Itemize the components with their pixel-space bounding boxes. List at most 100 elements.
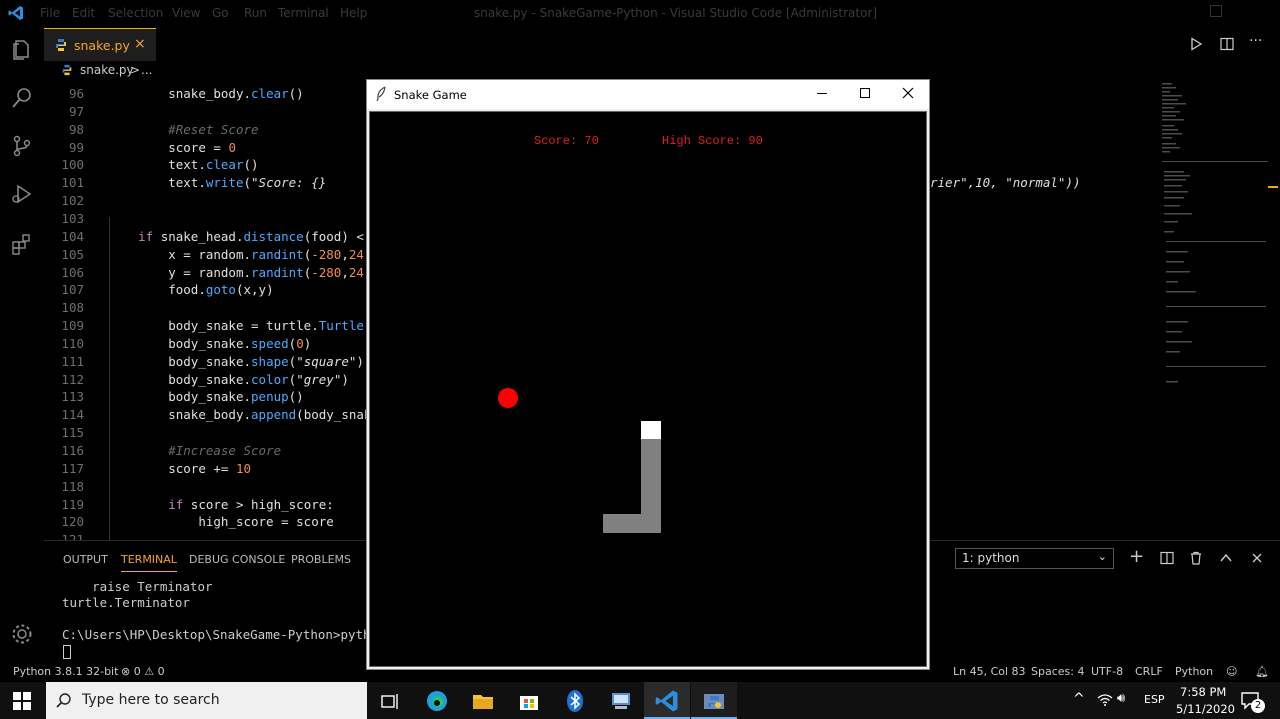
snake-window-titlebar[interactable]: Snake Game [367,80,929,109]
chevron-up-icon[interactable] [1219,551,1233,565]
tab-label: snake.py [74,38,130,53]
line-ending[interactable]: CRLF [1135,665,1163,678]
line-number: 100 [61,157,84,173]
vscode-taskbar-button[interactable] [644,682,690,719]
chevron-up-icon[interactable]: ^ [1073,691,1085,707]
minimap[interactable] [1160,81,1270,401]
split-editor-icon[interactable] [1220,37,1234,51]
tab-snake-py[interactable]: snake.py × [44,28,156,61]
code-text: y = random.randint(-280,24 [168,264,364,280]
code-text: body_snake.penup() [168,389,304,405]
python-interpreter[interactable]: Python 3.8.1 32-bit [13,665,118,678]
breadcrumb: snake.py > ... [44,61,1280,81]
menu-edit[interactable]: Edit [72,6,95,20]
clock-time[interactable]: 7:58 PM [1180,685,1226,699]
line-number: 98 [68,121,84,137]
indentation[interactable]: Spaces: 4 [1031,665,1084,678]
problems-count[interactable]: ⊗ 0 ⚠ 0 [121,665,165,678]
taskbar-search-box[interactable]: Type here to search [46,682,367,719]
tab-close-icon[interactable]: × [134,36,146,52]
menu-file[interactable]: File [40,6,60,20]
code-text: snake_body.append(body_snak [168,407,372,423]
edge-browser-icon[interactable] [425,689,449,713]
run-file-icon[interactable] [1189,37,1203,51]
more-actions-icon[interactable]: ··· [1249,33,1262,49]
close-panel-icon[interactable] [1250,551,1264,565]
game-canvas[interactable]: Score: 70 High Score: 90 [369,111,927,667]
split-terminal-icon[interactable] [1160,551,1174,565]
wifi-icon[interactable] [1097,693,1113,707]
breadcrumb-file[interactable]: snake.py [80,63,134,77]
line-number: 113 [61,389,84,405]
source-control-icon[interactable] [10,134,34,158]
feedback-icon[interactable]: ☺ [1226,665,1237,678]
close-icon[interactable] [902,87,914,99]
encoding[interactable]: UTF-8 [1091,665,1123,678]
network-app-icon[interactable] [609,689,633,713]
scrollbar-marker [1268,186,1278,188]
store-icon[interactable] [517,689,541,713]
line-number: 107 [61,282,84,298]
python-taskbar-button[interactable] [691,682,737,719]
cursor-position[interactable]: Ln 45, Col 83 [953,665,1026,678]
explorer-icon[interactable] [10,38,34,62]
clock-date[interactable]: 5/11/2020 [1176,702,1235,716]
trash-icon[interactable] [1189,551,1203,565]
line-number: 96 [68,86,84,101]
extensions-icon[interactable] [10,232,34,256]
menu-selection[interactable]: Selection [108,6,163,20]
file-explorer-icon[interactable] [471,689,495,713]
menu-help[interactable]: Help [340,6,367,20]
windows-start-icon[interactable] [13,692,31,710]
windows-taskbar: Type here to search ^ 🔊︎ ESP 7:58 PM 5/1… [0,682,1280,719]
code-text: #Increase Score [168,443,282,458]
notification-count-badge: 2 [1251,699,1265,713]
settings-gear-icon[interactable] [10,622,34,646]
tab-terminal[interactable]: TERMINAL [121,553,177,572]
tab-debug-console[interactable]: DEBUG CONSOLE [189,553,285,566]
tab-output[interactable]: OUTPUT [63,553,108,566]
terminal-select-value: 1: python [962,551,1020,565]
language-mode[interactable]: Python [1175,665,1213,678]
input-language[interactable]: ESP [1144,693,1165,706]
volume-icon[interactable]: 🔊︎ [1117,691,1125,706]
code-text: text.clear() [168,157,259,173]
code-text: score = 0 [168,139,236,155]
new-terminal-icon[interactable]: + [1129,546,1144,567]
python-file-icon [62,64,72,76]
line-number: 121 [61,532,84,540]
food-dot [498,388,518,408]
restore-icon[interactable] [1210,5,1222,17]
line-number: 120 [61,514,84,530]
title-bar: File Edit Selection View Go Run Terminal… [0,0,1280,28]
line-number: 101 [61,175,84,191]
breadcrumb-rest[interactable]: ... [141,63,152,77]
editor-tabs: snake.py × ··· [44,28,1280,61]
maximize-icon[interactable] [860,88,870,98]
snake-window-title: Snake Game [394,88,467,102]
code-text: high_score = score [198,514,334,530]
task-view-icon[interactable] [379,689,403,713]
terminal-select[interactable]: 1: python ⌄ [955,548,1114,569]
line-number: 110 [61,335,84,351]
search-placeholder: Type here to search [82,692,220,708]
search-icon[interactable] [10,86,34,110]
run-debug-icon[interactable] [10,182,34,206]
vscode-icon [655,690,678,712]
menu-view[interactable]: View [172,6,200,20]
minimize-icon[interactable] [817,84,827,94]
menu-go[interactable]: Go [212,6,229,20]
tab-problems[interactable]: PROBLEMS [291,553,351,566]
python-turtle-icon [704,694,724,709]
line-number: 111 [61,353,84,369]
line-number: 119 [61,496,84,512]
code-text: #Reset Score [168,121,259,137]
menu-terminal[interactable]: Terminal [278,6,329,20]
snake-game-window[interactable]: Snake Game Score: 70 High Score: 90 [366,79,930,670]
bluetooth-icon[interactable] [563,689,587,713]
terminal-output[interactable]: raise Terminator turtle.Terminator C:\Us… [62,579,371,643]
line-number: 117 [61,460,84,476]
notifications-bell-icon[interactable]: 🔔︎ [1255,665,1269,678]
menu-run[interactable]: Run [244,6,267,20]
line-number: 106 [61,264,84,280]
